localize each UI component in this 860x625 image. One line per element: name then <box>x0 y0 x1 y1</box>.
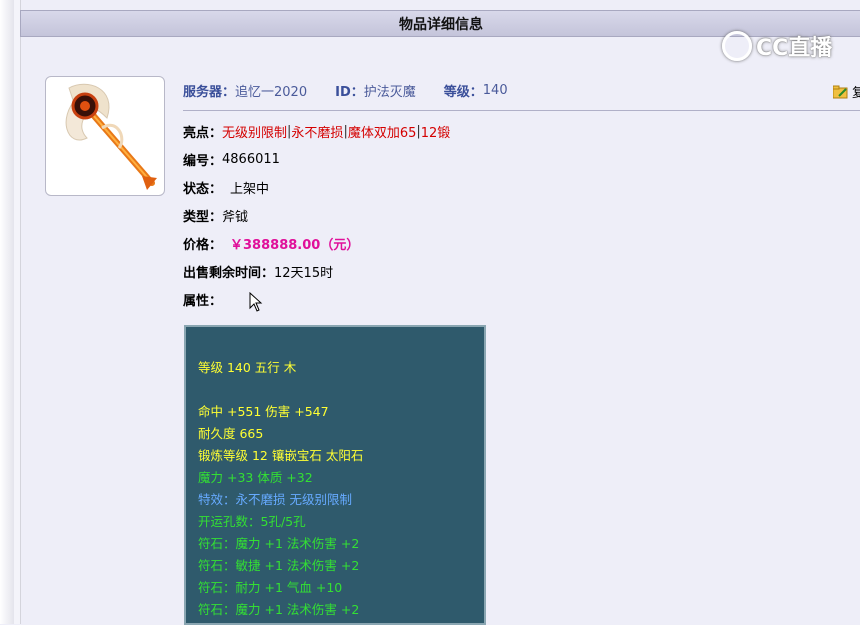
attribute-line: 符石：耐力 +1 气血 +10 <box>198 580 343 595</box>
type-value: 斧钺 <box>222 209 249 225</box>
highlight-tag: 魔体双加65 <box>347 125 417 141</box>
highlights-label: 亮点： <box>183 125 223 141</box>
highlight-tag: 12锻 <box>420 125 451 141</box>
price-value: ￥388888.00（元） <box>230 237 360 253</box>
attribute-line: 锻炼等级 12 镶嵌宝石 太阳石 <box>198 448 364 463</box>
id-value: 护法灭魔 <box>363 84 416 100</box>
item-image <box>45 76 165 196</box>
remaining-row: 出售剩余时间： 12天15时 <box>183 261 333 281</box>
attribute-line: 等级 140 五行 木 <box>198 360 297 375</box>
watermark-text: CC直播 <box>756 36 833 61</box>
number-value: 4866011 <box>222 151 280 167</box>
number-row: 编号： 4866011 <box>183 149 280 169</box>
remaining-label: 出售剩余时间： <box>183 265 275 281</box>
status-label: 状态： <box>183 181 223 197</box>
attribute-line: 符石：魔力 +1 法术伤害 +2 <box>198 536 360 551</box>
attribute-line: 耐久度 665 <box>198 426 264 441</box>
window-left-border <box>14 0 21 624</box>
status-value: 上架中 <box>230 181 270 197</box>
server-value: 追忆一2020 <box>235 84 308 100</box>
id-label: ID： <box>335 84 364 100</box>
cc-logo-icon <box>722 31 752 61</box>
price-label: 价格： <box>183 237 223 253</box>
highlights-row: 亮点： 无级别限制 | 永不磨损 | 魔体双加65 | 12锻 <box>183 121 450 141</box>
window-left-edge <box>0 0 15 624</box>
attributes-panel: 等级 140 五行 木 命中 +551 伤害 +547 耐久度 665 锻炼等级… <box>184 325 486 625</box>
number-label: 编号： <box>183 153 223 169</box>
level-label: 等级： <box>443 84 483 100</box>
price-row: 价格： ￥388888.00（元） <box>183 233 359 253</box>
axe-weapon-icon <box>65 83 157 190</box>
server-label: 服务器： <box>183 84 236 100</box>
attribute-line: 符石：敏捷 +1 法术伤害 +2 <box>198 558 360 573</box>
attributes-row: 属性： <box>183 289 222 309</box>
folder-edit-icon <box>833 85 848 98</box>
remaining-value: 12天15时 <box>274 265 334 281</box>
attribute-line: 符石：魔力 +1 法术伤害 +2 <box>198 602 360 617</box>
page-title: 物品详细信息 <box>399 16 483 33</box>
type-row: 类型： 斧钺 <box>183 205 248 225</box>
attribute-line: 特效：永不磨损 无级别限制 <box>198 492 352 507</box>
type-label: 类型： <box>183 209 223 225</box>
meta-divider <box>183 110 860 111</box>
copy-button[interactable]: 复 <box>833 82 860 101</box>
mouse-cursor-icon <box>249 292 263 312</box>
attribute-line: 魔力 +33 体质 +32 <box>198 470 313 485</box>
attribute-line: 命中 +551 伤害 +547 <box>198 404 329 419</box>
attributes-label: 属性： <box>183 293 223 309</box>
attribute-line: 开运孔数：5孔/5孔 <box>198 514 306 529</box>
highlight-tag: 无级别限制 <box>222 125 288 141</box>
level-value: 140 <box>482 82 508 98</box>
copy-label: 复 <box>852 86 860 101</box>
status-row: 状态： 上架中 <box>183 177 269 197</box>
meta-row: 服务器： 追忆一2020 ID： 护法灭魔 等级： 140 <box>183 80 860 100</box>
stream-watermark: CC直播 <box>722 30 832 62</box>
highlight-tag: 永不磨损 <box>291 125 344 141</box>
